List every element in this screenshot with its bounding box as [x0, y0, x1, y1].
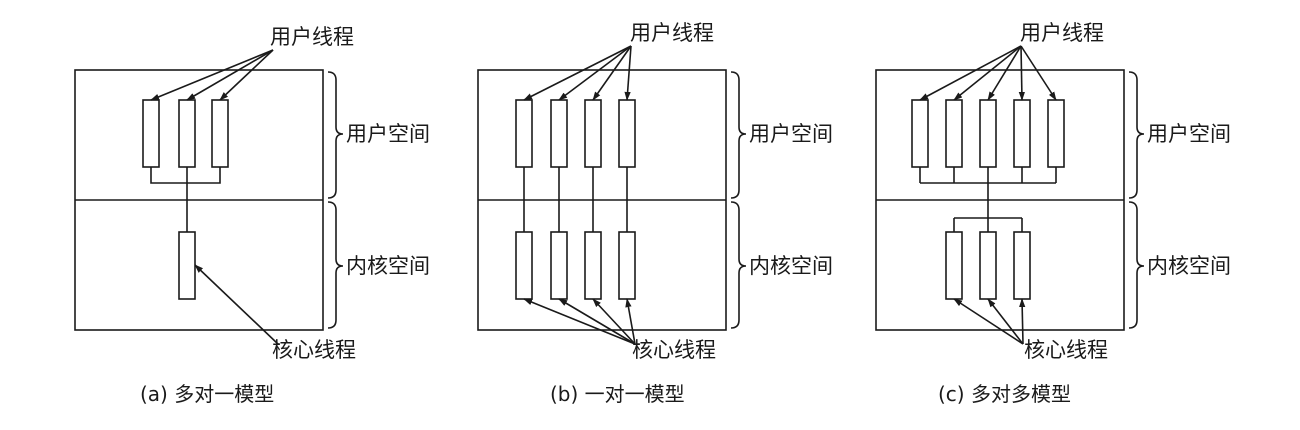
kernel-thread-arrow	[953, 298, 1024, 345]
kernel-space-brace	[327, 201, 344, 329]
diagram-one-to-one: 用户线程 用户空间 内核空间 核心线程 (b) 一对一模型	[477, 21, 833, 406]
user-threads-label: 用户线程	[1020, 21, 1104, 45]
user-thread	[979, 99, 997, 168]
user-thread-arrow	[953, 45, 1022, 101]
diagram-caption: (c) 多对多模型	[938, 382, 1071, 406]
user-thread-arrow	[558, 45, 632, 101]
user-thread-arrow	[919, 45, 1022, 101]
kernel-thread-arrow	[558, 298, 636, 345]
user-thread	[1047, 99, 1065, 168]
kernel-thread	[515, 231, 533, 300]
kernel-space-label: 内核空间	[749, 254, 833, 278]
user-thread-arrow	[150, 49, 274, 101]
user-thread-arrow	[1020, 45, 1057, 101]
user-thread	[911, 99, 929, 168]
kernel-thread	[618, 231, 636, 300]
user-thread-arrow	[1018, 45, 1025, 101]
kernel-threads-label: 核心线程	[632, 338, 716, 362]
kernel-thread	[584, 231, 602, 300]
kernel-threads-label: 核心线程	[1024, 338, 1108, 362]
kernel-space-brace	[1128, 201, 1145, 329]
user-thread-arrow	[186, 49, 274, 101]
kernel-thread	[1013, 231, 1031, 300]
kernel-space-label: 内核空间	[1147, 254, 1231, 278]
user-thread	[515, 99, 533, 168]
user-space-brace	[730, 71, 747, 199]
diagram-many-to-one: 用户线程 用户空间 内核空间 核心线程 (a) 多对一模型	[74, 25, 430, 406]
user-thread	[178, 99, 196, 168]
kernel-thread-arrow	[523, 298, 636, 345]
kernel-space-label: 内核空间	[346, 254, 430, 278]
kernel-thread	[550, 231, 568, 300]
user-space-brace	[1128, 71, 1145, 199]
user-space-brace	[327, 71, 344, 199]
user-thread	[211, 99, 229, 168]
user-thread-arrow	[624, 45, 632, 101]
user-thread-arrow	[592, 45, 632, 101]
diagram-caption: (b) 一对一模型	[550, 382, 685, 406]
diagram-caption: (a) 多对一模型	[140, 382, 274, 406]
kernel-space-brace	[730, 201, 747, 329]
thread-connector	[150, 167, 221, 184]
user-thread	[945, 99, 963, 168]
user-thread	[550, 99, 568, 168]
user-thread-arrow	[219, 49, 274, 101]
user-thread	[618, 99, 636, 168]
diagram-many-to-many: 用户线程 用户空间 内核空间 核心线程 (c) 多对多模型	[875, 21, 1231, 406]
user-space-label: 用户空间	[1147, 122, 1231, 146]
kernel-thread	[178, 231, 196, 300]
kernel-threads-label: 核心线程	[272, 338, 356, 362]
user-threads-label: 用户线程	[270, 25, 354, 49]
user-thread-arrow	[523, 45, 632, 101]
kernel-thread-arrow	[194, 264, 279, 345]
user-space-label: 用户空间	[749, 122, 833, 146]
user-thread	[1013, 99, 1031, 168]
kernel-thread-arrow	[1019, 298, 1026, 345]
kernel-thread-arrow	[987, 298, 1024, 345]
user-threads-label: 用户线程	[630, 21, 714, 45]
user-thread	[584, 99, 602, 168]
kernel-thread	[979, 231, 997, 300]
user-space-label: 用户空间	[346, 122, 430, 146]
kernel-thread	[945, 231, 963, 300]
thread-models-figure: 用户线程 用户空间 内核空间 核心线程 (a) 多对一模型 用户线程 用户空间	[74, 21, 1231, 406]
user-thread	[142, 99, 160, 168]
